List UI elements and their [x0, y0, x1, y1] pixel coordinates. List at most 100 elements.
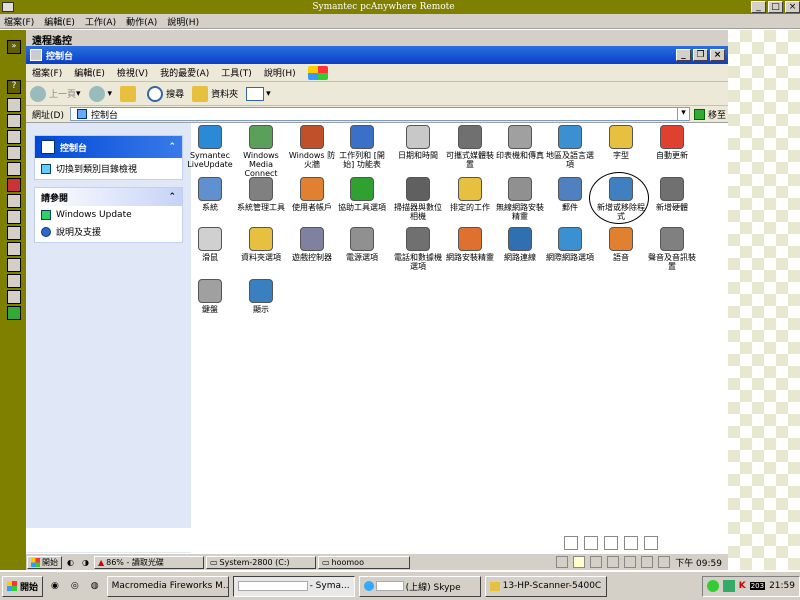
host-task-fireworks[interactable]: Macromedia Fireworks M... [106, 575, 229, 597]
folders-button[interactable]: 資料夾 [192, 85, 238, 102]
control-panel-item[interactable]: 網路連線 [495, 227, 545, 262]
host-task-skype[interactable]: (上線) Skype [358, 575, 481, 597]
control-panel-item[interactable]: 無線網路安裝精靈 [495, 177, 545, 221]
remote-task-folder[interactable]: ▭ hoomoo [317, 555, 410, 569]
tray-small-icon-4[interactable] [607, 556, 620, 568]
host-task-pcanywhere[interactable]: - Syma... [232, 575, 355, 597]
go-button[interactable]: 移至 [708, 108, 726, 121]
tray-small-icon-5[interactable] [624, 556, 637, 568]
up-folder-button[interactable] [120, 85, 139, 102]
collapse-chevron-icon[interactable]: ⌃ [168, 192, 176, 202]
control-panel-item[interactable]: 系統 [185, 177, 235, 212]
tool-icon-13[interactable] [7, 290, 21, 304]
menu-task[interactable]: 工作(A) [85, 15, 116, 28]
tool-icon-12[interactable] [7, 274, 21, 288]
quicklaunch-icon-2[interactable]: ◑ [79, 556, 92, 569]
menu-help[interactable]: 說明(H) [264, 66, 296, 79]
control-panel-item[interactable]: 顯示 [236, 279, 286, 314]
pcanywhere-app-icon[interactable] [2, 2, 14, 12]
tool-icon-11[interactable] [7, 258, 21, 272]
close-button[interactable]: × [785, 1, 800, 13]
tool-icon-6[interactable] [7, 178, 21, 192]
tray-small-icon-1[interactable] [556, 556, 569, 568]
tray-icon-1[interactable] [564, 536, 578, 550]
control-panel-item[interactable]: Symantec LiveUpdate [185, 125, 235, 169]
remote-task-cd[interactable]: ▲ 86% - 讀取光碟 [93, 555, 204, 569]
tray-icon-4[interactable] [624, 536, 638, 550]
control-panel-item[interactable]: 排定的工作 [445, 177, 495, 212]
search-button[interactable]: 搜尋 [147, 85, 184, 102]
tool-icon-4[interactable] [7, 146, 21, 160]
control-panel-item[interactable]: 協助工具選項 [337, 177, 387, 212]
switch-to-category-link[interactable]: 切換到類別目錄檢視 [35, 158, 182, 179]
menu-action[interactable]: 動作(A) [126, 15, 157, 28]
control-panel-item[interactable]: 印表機和傳真 [495, 125, 545, 160]
control-panel-item[interactable]: 新增硬體 [647, 177, 697, 212]
control-panel-item[interactable]: Windows Media Connect [236, 125, 286, 178]
quicklaunch-icon-1[interactable]: ◐ [64, 556, 77, 569]
control-panel-item[interactable]: 地區及語言選項 [545, 125, 595, 169]
tool-icon-10[interactable] [7, 242, 21, 256]
views-button[interactable]: ▾ [246, 86, 271, 101]
tool-icon-5[interactable] [7, 162, 21, 176]
quicklaunch-icon-3[interactable]: ◍ [87, 576, 103, 597]
control-panel-item[interactable]: 語音 [596, 227, 646, 262]
control-panel-item[interactable]: 資料夾選項 [236, 227, 286, 262]
address-dropdown-icon[interactable]: ▾ [676, 108, 689, 120]
tray-icon-3[interactable] [604, 536, 618, 550]
help-support-link[interactable]: 說明及支援 [35, 221, 182, 242]
expand-toolbar-icon[interactable]: » [7, 40, 21, 54]
minimize-button[interactable]: _ [751, 1, 766, 13]
tray-icon-2[interactable] [584, 536, 598, 550]
see-also-header[interactable]: 請參閱 ⌃ [35, 188, 182, 206]
go-arrow-icon[interactable] [693, 108, 705, 120]
forward-button[interactable]: ▾ [88, 85, 112, 102]
control-panel-item[interactable]: 鍵盤 [185, 279, 235, 314]
tool-icon-7[interactable] [7, 194, 21, 208]
tool-icon-3[interactable] [7, 130, 21, 144]
control-panel-item[interactable]: 日期和時間 [393, 125, 443, 160]
control-panel-item[interactable]: 網際網路選項 [545, 227, 595, 262]
menu-file[interactable]: 檔案(F) [32, 66, 62, 79]
remote-start-button[interactable]: 開始 [27, 555, 62, 569]
tray-small-icon-6[interactable] [641, 556, 654, 568]
tray-small-icon-2[interactable] [573, 556, 586, 568]
host-task-folder[interactable]: 13-HP-Scanner-5400C [484, 575, 607, 597]
menu-help[interactable]: 說明(H) [167, 15, 199, 28]
control-panel-item[interactable]: 工作列和 [開始] 功能表 [337, 125, 387, 169]
tray-status-icon[interactable] [706, 580, 719, 592]
control-panel-item[interactable]: 字型 [596, 125, 646, 160]
control-panel-item[interactable]: Windows 防火牆 [287, 125, 337, 169]
host-start-button[interactable]: 開始 [2, 575, 44, 597]
control-panel-item[interactable]: 系統管理工具 [236, 177, 286, 212]
control-panel-item[interactable]: 滑鼠 [185, 227, 235, 262]
control-panel-item[interactable]: 網路安裝精靈 [445, 227, 495, 262]
control-panel-item[interactable]: 聲音及音訊裝置 [647, 227, 697, 271]
windows-update-link[interactable]: Windows Update [35, 206, 182, 221]
inner-minimize-button[interactable]: _ [676, 49, 691, 61]
menu-favorites[interactable]: 我的最愛(A) [160, 66, 209, 79]
help-icon[interactable]: ? [7, 80, 21, 94]
tray-small-icon-3[interactable] [590, 556, 603, 568]
tool-icon-14[interactable] [7, 306, 21, 320]
tray-k-icon[interactable]: K [739, 581, 746, 591]
control-panel-item[interactable]: 郵件 [545, 177, 595, 212]
inner-restore-button[interactable]: ❐ [693, 49, 708, 61]
control-panel-header[interactable]: 控制台 ⌃ [35, 136, 182, 158]
control-panel-item[interactable]: 電源選項 [337, 227, 387, 262]
maximize-button[interactable]: □ [768, 1, 783, 13]
tool-icon-9[interactable] [7, 226, 21, 240]
control-panel-item[interactable]: 使用者帳戶 [287, 177, 337, 212]
tray-counter[interactable]: 203 [749, 582, 766, 590]
control-panel-item[interactable]: 電話和數據機選項 [393, 227, 443, 271]
collapse-chevron-icon[interactable]: ⌃ [168, 142, 176, 152]
tray-shield-icon[interactable] [722, 580, 735, 592]
quicklaunch-ie-icon[interactable]: ◉ [47, 576, 63, 597]
control-panel-item[interactable]: 遊戲控制器 [287, 227, 337, 262]
tray-small-icon-7[interactable] [658, 556, 671, 568]
control-panel-item[interactable]: 自動更新 [647, 125, 697, 160]
menu-view[interactable]: 檢視(V) [117, 66, 148, 79]
back-button[interactable]: 上一頁 ▾ [30, 85, 81, 102]
tool-icon-8[interactable] [7, 210, 21, 224]
quicklaunch-icon-2[interactable]: ◎ [67, 576, 83, 597]
